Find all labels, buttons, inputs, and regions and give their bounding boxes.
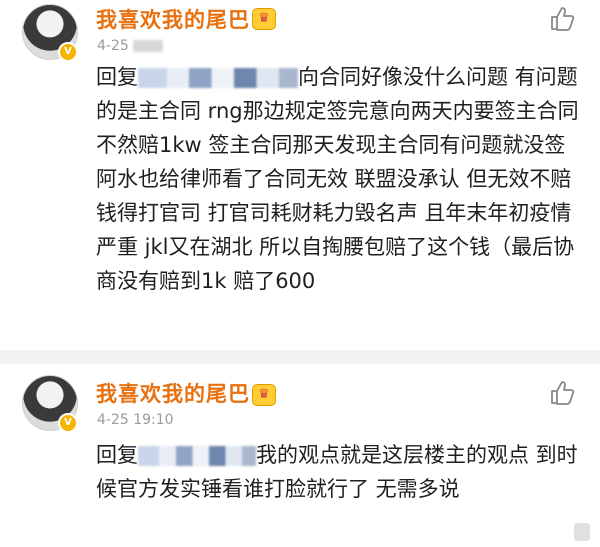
comment-text: 回复 我的观点就是这层楼主的观点 到时候官方发实锤看谁打脸就行了 无需多说 xyxy=(96,438,582,506)
crown-badge-icon: ♛ xyxy=(252,8,276,30)
timestamp: 4-25 xyxy=(97,38,163,54)
crown-badge-icon: ♛ xyxy=(252,384,276,406)
thumbs-up-icon[interactable] xyxy=(546,4,576,34)
timestamp-text: 4-25 xyxy=(97,38,129,54)
comment-body: 向合同好像没什么问题 有问题的是主合同 rng那边规定签完意向两天内要签主合同 … xyxy=(96,65,579,293)
divider xyxy=(0,350,600,364)
comment-text: 回复 向合同好像没什么问题 有问题的是主合同 rng那边规定签完意向两天内要签主合… xyxy=(96,60,582,298)
verified-v-icon: V xyxy=(58,42,78,62)
comment-item: V 我喜欢我的尾巴 ♛ 4-25 回复 向合同好像没什么问题 有问题的是主合同 r… xyxy=(0,0,600,350)
verified-v-icon: V xyxy=(58,413,78,433)
redacted-username xyxy=(138,446,256,466)
timestamp: 4-25 19:10 xyxy=(97,412,174,428)
reply-prefix: 回复 xyxy=(96,443,138,467)
redacted-time xyxy=(132,40,163,52)
reply-prefix: 回复 xyxy=(96,65,138,89)
username[interactable]: 我喜欢我的尾巴 xyxy=(96,378,250,408)
watermark xyxy=(574,523,590,541)
comment-item: V 我喜欢我的尾巴 ♛ 4-25 19:10 回复 我的观点就是这层楼主的观点 到… xyxy=(0,364,600,547)
thumbs-up-icon[interactable] xyxy=(546,378,576,408)
redacted-username xyxy=(138,68,298,88)
username[interactable]: 我喜欢我的尾巴 xyxy=(96,4,250,34)
